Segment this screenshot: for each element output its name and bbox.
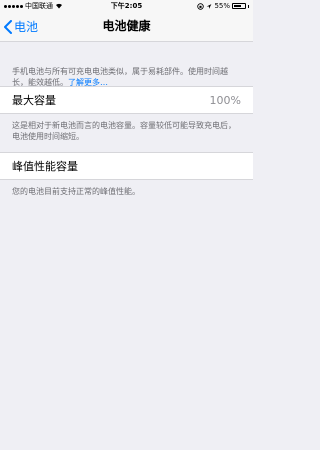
navigation-bar: 电池 电池健康 <box>0 12 253 42</box>
peak-performance-description: 您的电池目前支持正常的峰值性能。 <box>12 187 140 196</box>
page-title: 电池健康 <box>102 19 151 33</box>
battery-icon <box>232 3 246 9</box>
content: 手机电池与所有可充电电池类似，属于易耗部件。使用时间越长，能效越低。了解更多… … <box>0 42 253 200</box>
max-capacity-value: 100% <box>209 94 241 107</box>
location-icon <box>207 3 212 9</box>
peak-performance-cell: 峰值性能容量 <box>0 152 253 180</box>
peak-performance-label: 峰值性能容量 <box>12 160 78 173</box>
status-bar: 中国联通 下午2:05 55% <box>0 0 253 12</box>
status-right: 55% <box>197 0 249 12</box>
intro-description: 手机电池与所有可充电电池类似，属于易耗部件。使用时间越长，能效越低。了解更多… <box>0 42 253 87</box>
max-capacity-cell: 最大容量 100% <box>0 86 253 114</box>
intro-text: 手机电池与所有可充电电池类似，属于易耗部件。使用时间越长，能效越低。 <box>12 67 228 87</box>
lock-rotation-icon <box>197 2 205 10</box>
max-capacity-label: 最大容量 <box>12 94 56 107</box>
battery-percent: 55% <box>214 2 230 10</box>
max-capacity-description: 这是相对于新电池而言的电池容量。容量较低可能导致充电后，电池使用时间缩短。 <box>12 121 236 141</box>
